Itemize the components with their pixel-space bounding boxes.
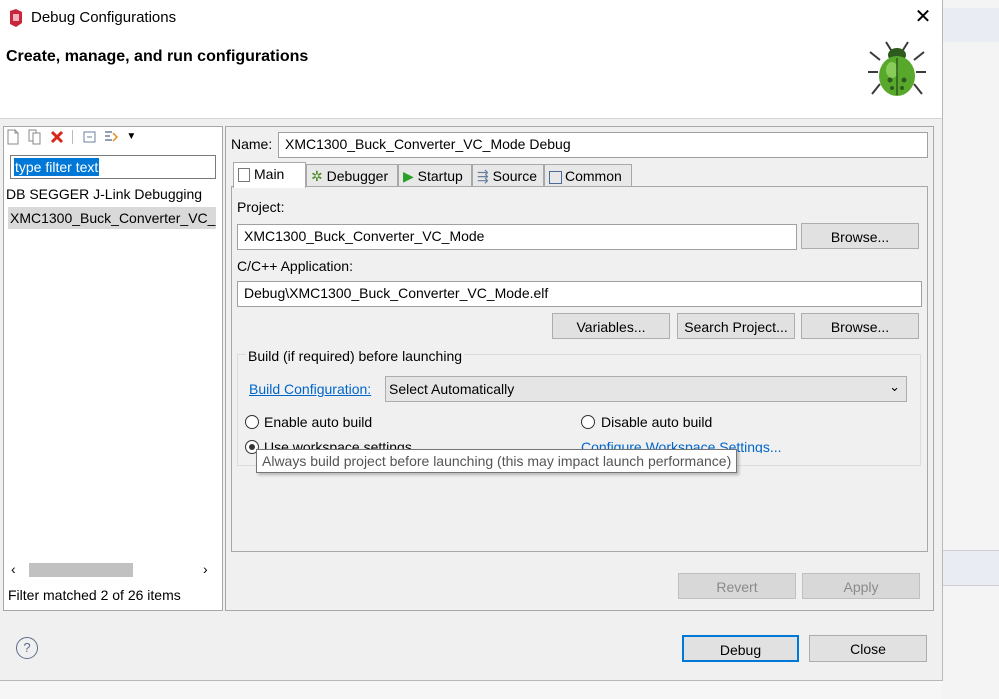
close-icon[interactable]: ✕ xyxy=(912,6,934,28)
apply-button[interactable]: Apply xyxy=(802,573,920,599)
build-group-title: Build (if required) before launching xyxy=(246,348,465,364)
search-project-button[interactable]: Search Project... xyxy=(677,313,795,339)
filter-icon[interactable] xyxy=(104,129,119,145)
build-configuration-value: Select Automatically xyxy=(389,381,515,397)
build-configuration-select[interactable]: Select Automatically ⌄ xyxy=(385,376,907,402)
name-value: XMC1300_Buck_Converter_VC_Mode Debug xyxy=(285,136,571,152)
build-configuration-link[interactable]: Build Configuration: xyxy=(249,381,371,397)
delete-icon[interactable] xyxy=(50,129,64,145)
window-title: Debug Configurations xyxy=(31,9,177,26)
duplicate-icon[interactable] xyxy=(28,129,42,145)
chevron-down-icon: ⌄ xyxy=(889,379,900,394)
project-value: XMC1300_Buck_Converter_VC_Mode xyxy=(244,228,485,244)
scroll-thumb[interactable] xyxy=(29,563,133,577)
tab-common[interactable]: Common xyxy=(544,164,632,186)
tooltip: Always build project before launching (t… xyxy=(256,449,738,473)
tab-label: Debugger xyxy=(326,168,389,184)
browse-application-button[interactable]: Browse... xyxy=(801,313,919,339)
tab-debugger[interactable]: ✲ Debugger xyxy=(306,164,398,186)
common-tab-icon xyxy=(549,170,562,184)
help-icon[interactable]: ? xyxy=(16,637,38,659)
application-input[interactable]: Debug\XMC1300_Buck_Converter_VC_Mode.elf xyxy=(237,281,922,307)
background-window xyxy=(942,0,999,699)
header-title: Create, manage, and run configurations xyxy=(6,48,309,65)
disable-auto-build-radio[interactable] xyxy=(581,415,595,429)
project-input[interactable]: XMC1300_Buck_Converter_VC_Mode xyxy=(237,224,797,250)
tab-label: Startup xyxy=(417,168,463,184)
debug-button[interactable]: Debug xyxy=(682,635,799,662)
application-value: Debug\XMC1300_Buck_Converter_VC_Mode.elf xyxy=(244,285,549,301)
tab-main[interactable]: Main xyxy=(233,162,306,188)
filter-input[interactable]: type filter text xyxy=(10,155,216,179)
toolbar-separator xyxy=(71,130,73,145)
tree-toolbar: ▼ xyxy=(6,128,144,146)
bug-icon xyxy=(868,41,926,96)
source-tab-icon: ⇶ xyxy=(477,168,489,184)
filter-status: Filter matched 2 of 26 items xyxy=(8,587,181,603)
use-workspace-settings-label: Use workspace settings xyxy=(264,439,412,449)
horizontal-scrollbar[interactable]: ‹ › xyxy=(5,561,220,579)
tab-label: Source xyxy=(492,168,537,184)
scroll-left-icon[interactable]: ‹ xyxy=(11,561,16,577)
main-tab-icon xyxy=(238,168,250,183)
tree-item-selected[interactable]: XMC1300_Buck_Converter_VC_Mode Debug xyxy=(8,207,216,229)
tab-label: Common xyxy=(565,168,622,184)
new-config-icon[interactable] xyxy=(6,129,20,145)
background-window-bottom xyxy=(0,680,942,699)
filter-placeholder: type filter text xyxy=(14,158,100,176)
scroll-right-icon[interactable]: › xyxy=(203,561,208,577)
revert-button[interactable]: Revert xyxy=(678,573,796,599)
variables-button[interactable]: Variables... xyxy=(552,313,670,339)
tree-item[interactable]: DB SEGGER J-Link Debugging xyxy=(6,186,218,202)
enable-auto-build-radio[interactable] xyxy=(245,415,259,429)
project-label: Project: xyxy=(237,199,285,215)
tab-startup[interactable]: ▶ Startup xyxy=(398,164,472,186)
close-button[interactable]: Close xyxy=(809,635,927,662)
browse-project-button[interactable]: Browse... xyxy=(801,223,919,249)
startup-tab-icon: ▶ xyxy=(403,168,414,184)
tab-source[interactable]: ⇶ Source xyxy=(472,164,544,186)
name-input[interactable]: XMC1300_Buck_Converter_VC_Mode Debug xyxy=(278,132,928,158)
application-label: C/C++ Application: xyxy=(237,258,353,274)
debugger-tab-icon: ✲ xyxy=(311,168,323,184)
tab-label: Main xyxy=(254,166,285,182)
enable-auto-build-label: Enable auto build xyxy=(264,414,373,430)
dropdown-icon[interactable]: ▼ xyxy=(126,129,140,145)
disable-auto-build-label: Disable auto build xyxy=(601,414,713,430)
name-label: Name: xyxy=(231,136,273,152)
app-icon xyxy=(10,9,22,27)
collapse-all-icon[interactable] xyxy=(83,129,97,145)
